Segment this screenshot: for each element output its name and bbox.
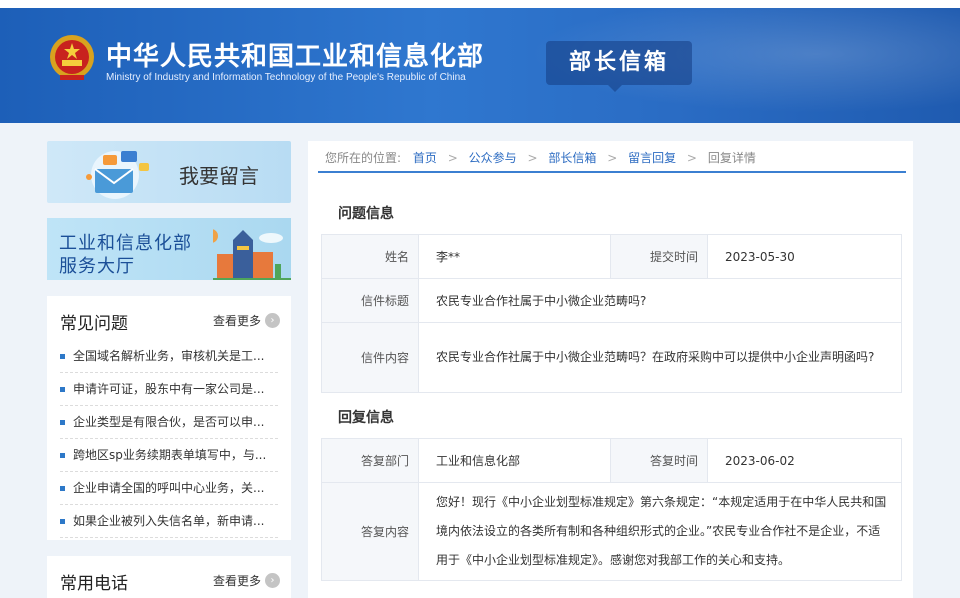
bullet-icon	[60, 486, 65, 491]
question-table: 姓名 李** 提交时间 2023-05-30 信件标题 农民专业合作社属于中小微…	[321, 234, 902, 393]
envelope-icon	[86, 151, 149, 199]
breadcrumb-divider	[318, 171, 906, 173]
subject-value: 农民专业合作社属于中小微企业范畴吗?	[418, 278, 902, 323]
reply-content-label: 答复内容	[321, 482, 419, 581]
bullet-icon	[60, 387, 65, 392]
breadcrumb-current: 回复详情	[707, 151, 756, 165]
faq-item-text: 申请许可证，股东中有一家公司是...	[73, 382, 265, 396]
breadcrumb-prefix: 您所在的位置:	[325, 151, 402, 165]
site-title: 中华人民共和国工业和信息化部	[106, 42, 485, 72]
name-value: 李**	[418, 234, 611, 279]
breadcrumb-separator: >	[686, 151, 697, 165]
leave-message-banner[interactable]: 我要留言	[47, 141, 291, 203]
breadcrumb-home[interactable]: 首页	[413, 151, 437, 165]
subject-label: 信件标题	[321, 278, 419, 323]
faq-item-text: 如果企业被列入失信名单，新申请...	[73, 514, 265, 528]
chevron-right-icon: ›	[265, 313, 280, 328]
faq-item-text: 企业申请全国的呼叫中心业务，关...	[73, 481, 265, 495]
faq-item-text: 全国域名解析业务，审核机关是工...	[73, 349, 265, 363]
service-hall-line2: 服务大厅	[59, 256, 135, 277]
name-label: 姓名	[321, 234, 419, 279]
reply-table: 答复部门 工业和信息化部 答复时间 2023-06-02 答复内容 您好！现行《…	[321, 438, 902, 581]
breadcrumb-separator: >	[607, 151, 618, 165]
phone-panel-header: 常用电话 查看更多 ›	[47, 556, 291, 598]
faq-item[interactable]: 如果企业被列入失信名单，新申请...	[60, 505, 278, 538]
phone-more-link[interactable]: 查看更多 ›	[213, 572, 280, 589]
faq-item[interactable]: 企业申请全国的呼叫中心业务，关...	[60, 472, 278, 505]
submit-time-label: 提交时间	[610, 234, 708, 279]
bullet-icon	[60, 453, 65, 458]
faq-list: 全国域名解析业务，审核机关是工... 申请许可证，股东中有一家公司是... 企业…	[47, 340, 291, 538]
national-emblem-icon	[50, 35, 94, 80]
content-label: 信件内容	[321, 322, 419, 393]
chevron-right-icon: ›	[265, 573, 280, 588]
main-content: 您所在的位置: 首页 > 公众参与 > 部长信箱 > 留言回复 > 回复详情 问…	[308, 141, 913, 598]
phone-title: 常用电话	[60, 574, 128, 594]
phone-more-label: 查看更多	[212, 574, 261, 588]
leave-message-label: 我要留言	[179, 164, 259, 188]
content-value: 农民专业合作社属于中小微企业范畴吗？在政府采购中可以提供中小企业声明函吗?	[418, 322, 902, 393]
service-hall-banner[interactable]: 工业和信息化部 服务大厅	[47, 218, 291, 280]
breadcrumb: 您所在的位置: 首页 > 公众参与 > 部长信箱 > 留言回复 > 回复详情	[325, 149, 756, 166]
question-section-title: 问题信息	[338, 206, 394, 222]
reply-dept-value: 工业和信息化部	[418, 438, 611, 483]
reply-time-value: 2023-06-02	[707, 438, 902, 483]
breadcrumb-separator: >	[447, 151, 458, 165]
faq-item[interactable]: 跨地区sp业务续期表单填写中，与...	[60, 439, 278, 472]
site-subtitle: Ministry of Industry and Information Tec…	[106, 72, 466, 83]
reply-content-value: 您好！现行《中小企业划型标准规定》第六条规定：“本规定适用于在中华人民共和国境内…	[418, 482, 902, 581]
faq-title: 常见问题	[60, 314, 128, 334]
bullet-icon	[60, 354, 65, 359]
breadcrumb-mailbox[interactable]: 部长信箱	[548, 151, 596, 165]
breadcrumb-replies[interactable]: 留言回复	[628, 151, 676, 165]
bullet-icon	[60, 420, 65, 425]
submit-time-value: 2023-05-30	[707, 234, 902, 279]
site-header: 中华人民共和国工业和信息化部 Ministry of Industry and …	[0, 0, 960, 123]
faq-more-label: 查看更多	[212, 314, 261, 328]
breadcrumb-separator: >	[527, 151, 538, 165]
phone-panel: 常用电话 查看更多 ›	[47, 556, 291, 598]
section-badge: 部长信箱	[546, 41, 692, 92]
faq-item-text: 跨地区sp业务续期表单填写中，与...	[73, 448, 267, 462]
faq-more-link[interactable]: 查看更多 ›	[213, 312, 280, 329]
reply-section-title: 回复信息	[338, 410, 394, 426]
breadcrumb-public[interactable]: 公众参与	[469, 151, 517, 165]
building-icon	[213, 229, 291, 280]
reply-dept-label: 答复部门	[321, 438, 419, 483]
faq-item[interactable]: 申请许可证，股东中有一家公司是...	[60, 373, 278, 406]
faq-item[interactable]: 企业类型是有限合伙，是否可以申...	[60, 406, 278, 439]
reply-time-label: 答复时间	[610, 438, 708, 483]
faq-item[interactable]: 全国域名解析业务，审核机关是工...	[60, 340, 278, 373]
faq-panel-header: 常见问题 查看更多 ›	[47, 296, 291, 340]
bullet-icon	[60, 519, 65, 524]
faq-panel: 常见问题 查看更多 › 全国域名解析业务，审核机关是工... 申请许可证，股东中…	[47, 296, 291, 540]
faq-item-text: 企业类型是有限合伙，是否可以申...	[73, 415, 265, 429]
